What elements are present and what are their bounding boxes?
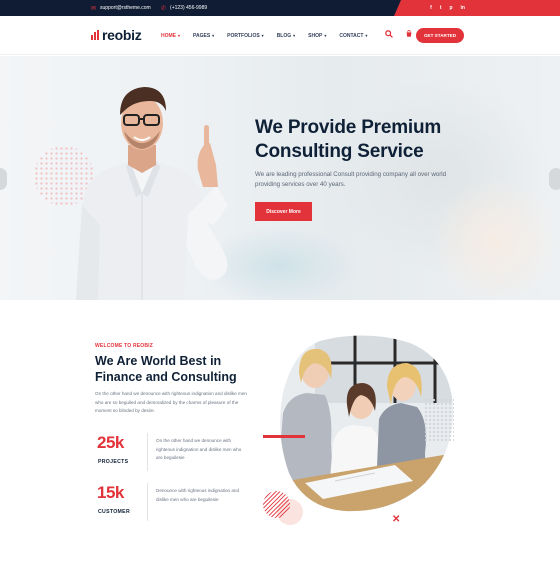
nav-blog[interactable]: BLOG ▾ <box>277 33 295 39</box>
chevron-down-icon: ▾ <box>261 32 264 38</box>
logo-mark-icon <box>91 30 99 40</box>
chevron-down-icon: ▾ <box>365 32 368 38</box>
linkedin-icon[interactable]: in <box>461 5 465 11</box>
stat-label: CUSTOMER <box>98 509 130 515</box>
social-links: f t p in <box>430 0 465 16</box>
header-icons <box>385 30 413 38</box>
nav-contact[interactable]: CONTACT ▾ <box>339 33 367 39</box>
stat-text: On the other hand we denounce with right… <box>156 438 242 460</box>
hero-businessman-image <box>76 87 228 300</box>
logo[interactable]: reobiz <box>91 27 142 43</box>
topbar-email-text: support@rstheme.com <box>100 5 151 11</box>
topbar-phone[interactable]: ✆ (+123) 456-9989 <box>161 0 207 16</box>
hero-slider: We Provide Premium Consulting Service We… <box>0 56 560 300</box>
stat-customer: 15k CUSTOMER Denounce with righteous ind… <box>95 483 245 527</box>
decorative-line <box>263 435 305 438</box>
slider-next-arrow[interactable] <box>549 168 560 190</box>
nav-home[interactable]: HOME ▾ <box>161 33 180 39</box>
pinterest-icon[interactable]: p <box>449 5 452 11</box>
about-title: We Are World Best in Finance and Consult… <box>95 354 237 384</box>
close-icon: ✕ <box>392 514 401 525</box>
stat-divider <box>147 433 148 471</box>
topbar-email[interactable]: ✉ support@rstheme.com <box>91 0 151 16</box>
chevron-down-icon: ▾ <box>212 32 215 38</box>
chevron-down-icon: ▾ <box>293 32 296 38</box>
cart-icon[interactable] <box>405 30 413 38</box>
search-icon[interactable] <box>385 30 393 38</box>
main-header: reobiz HOME ▾ PAGES ▾ PORTFOLIOS ▾ BLOG ▾ SH… <box>0 16 560 55</box>
decorative-dots <box>424 398 454 442</box>
hero-description: We are leading professional Consult prov… <box>255 171 447 188</box>
about-text: On the other hand we denounce with right… <box>95 391 247 413</box>
topbar-phone-text: (+123) 456-9989 <box>170 5 208 11</box>
logo-text: reobiz <box>102 27 142 43</box>
nav-shop[interactable]: SHOP ▾ <box>308 33 326 39</box>
phone-icon: ✆ <box>161 5 167 12</box>
main-nav: HOME ▾ PAGES ▾ PORTFOLIOS ▾ BLOG ▾ SHOP ▾ CON… <box>161 16 367 55</box>
top-bar-accent <box>394 0 560 16</box>
chevron-down-icon: ▾ <box>324 32 327 38</box>
hero-title: We Provide Premium Consulting Service <box>255 117 442 162</box>
stat-number: 15k <box>97 483 124 502</box>
stat-text: Denounce with righteous indignation and … <box>156 488 240 502</box>
stat-label: PROJECTS <box>98 459 129 465</box>
facebook-icon[interactable]: f <box>430 5 432 11</box>
nav-portfolios[interactable]: PORTFOLIOS ▾ <box>227 33 264 39</box>
mail-icon: ✉ <box>91 5 97 12</box>
slider-prev-arrow[interactable] <box>0 168 7 190</box>
stat-projects: 25k PROJECTS On the other hand we denoun… <box>95 433 245 477</box>
chevron-down-icon: ▾ <box>178 32 181 38</box>
discover-more-button[interactable]: Discover More <box>255 202 312 221</box>
twitter-icon[interactable]: t <box>440 5 442 11</box>
stat-divider <box>147 483 148 521</box>
top-bar: ✉ support@rstheme.com ✆ (+123) 456-9989 … <box>0 0 560 16</box>
get-started-button[interactable]: GET STARTED <box>416 28 464 43</box>
nav-pages[interactable]: PAGES ▾ <box>193 33 214 39</box>
section-kicker: WELCOME TO REOBIZ <box>95 343 154 349</box>
stat-number: 25k <box>97 433 124 452</box>
